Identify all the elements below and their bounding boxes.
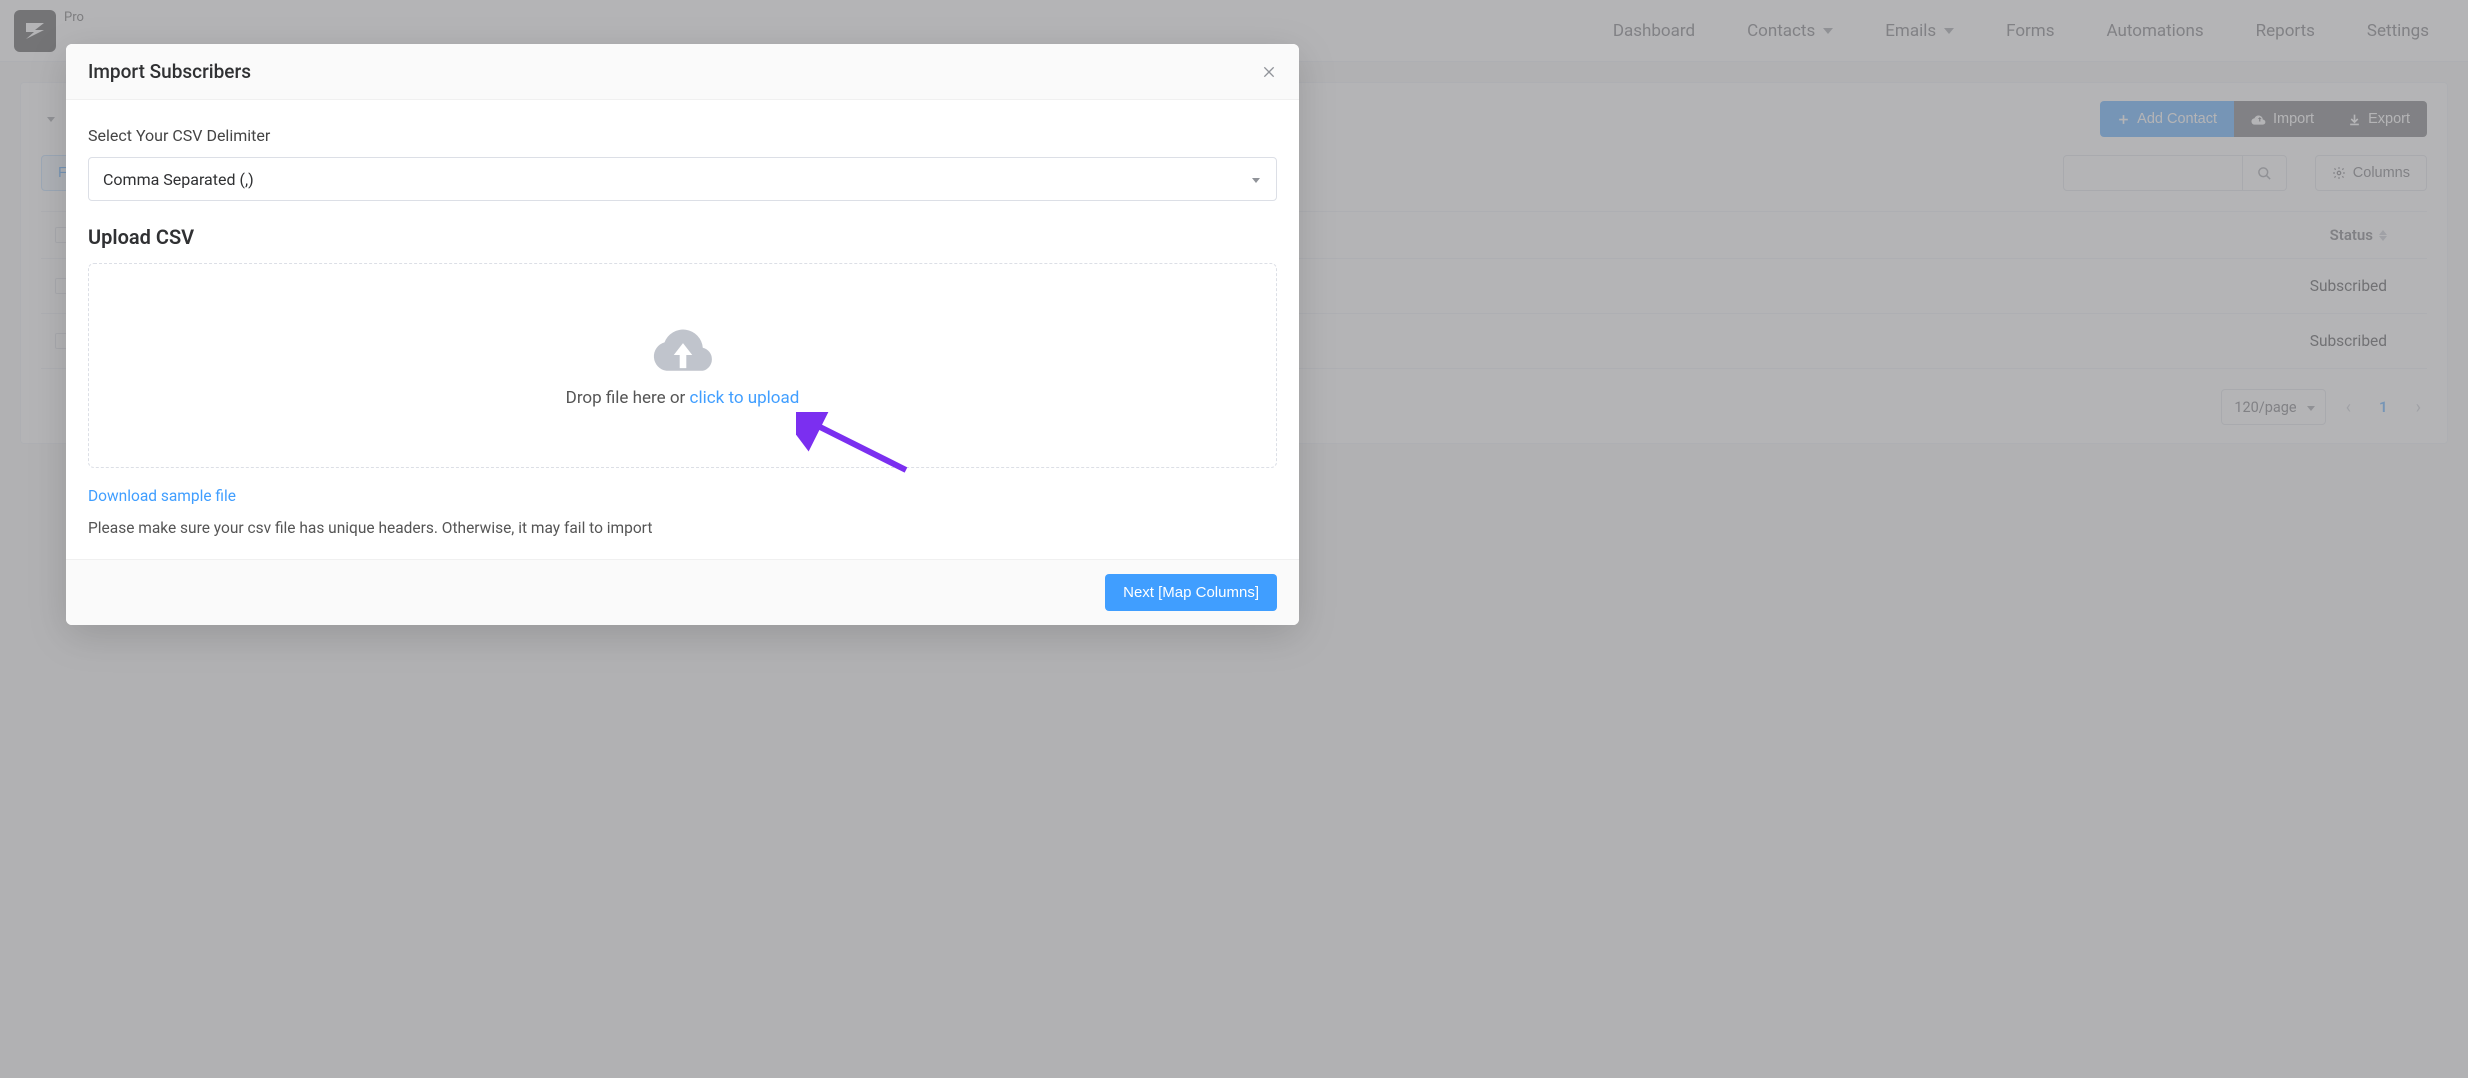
chevron-down-icon: [1944, 28, 1954, 34]
nav-forms-label: Forms: [2006, 21, 2054, 41]
cloud-upload-icon: [650, 324, 716, 378]
delimiter-select[interactable]: Comma Separated (,): [88, 157, 1277, 201]
add-contact-label: Add Contact: [2137, 111, 2217, 127]
nav-automations[interactable]: Automations: [2082, 0, 2229, 61]
nav-contacts-label: Contacts: [1747, 21, 1815, 41]
main-nav: Dashboard Contacts Emails Forms Automati…: [1588, 0, 2454, 61]
nav-settings[interactable]: Settings: [2342, 0, 2454, 61]
row-status: Subscribed: [2310, 332, 2427, 350]
export-label: Export: [2368, 111, 2410, 127]
pager-current[interactable]: 1: [2371, 398, 2396, 416]
page-size-value: 120/page: [2234, 399, 2296, 416]
search-input[interactable]: [2063, 155, 2243, 191]
dropzone-text: Drop file here or click to upload: [566, 388, 800, 408]
click-to-upload-link[interactable]: click to upload: [690, 388, 800, 408]
modal-footer: Next [Map Columns]: [66, 559, 1299, 625]
nav-dashboard[interactable]: Dashboard: [1588, 0, 1720, 61]
chevron-down-icon[interactable]: [47, 117, 55, 122]
next-map-columns-button[interactable]: Next [Map Columns]: [1105, 574, 1277, 611]
nav-emails-label: Emails: [1885, 21, 1936, 41]
import-subscribers-modal: Import Subscribers Select Your CSV Delim…: [66, 44, 1299, 625]
chevron-down-icon: [1252, 178, 1260, 183]
logo-icon: [23, 19, 47, 43]
search-icon: [2257, 166, 2272, 181]
chevron-down-icon: [1823, 28, 1833, 34]
import-label: Import: [2273, 111, 2314, 127]
modal-close-button[interactable]: [1261, 64, 1277, 80]
download-sample-link[interactable]: Download sample file: [88, 487, 236, 505]
columns-label: Columns: [2353, 165, 2410, 181]
action-button-group: Add Contact Import Export: [2100, 101, 2427, 137]
nav-reports[interactable]: Reports: [2231, 0, 2340, 61]
chevron-down-icon: [2307, 406, 2315, 411]
nav-automations-label: Automations: [2107, 21, 2204, 41]
pro-label: Pro: [64, 10, 84, 25]
app-logo: [14, 10, 56, 52]
nav-emails[interactable]: Emails: [1860, 0, 1979, 61]
close-icon: [1261, 64, 1277, 80]
pager-prev[interactable]: ‹: [2340, 397, 2357, 418]
sort-icon: [2379, 230, 2387, 241]
export-button[interactable]: Export: [2331, 101, 2427, 137]
status-header-label: Status: [2330, 226, 2373, 244]
nav-settings-label: Settings: [2367, 21, 2429, 41]
search-wrap: [2063, 155, 2287, 191]
upload-hint: Please make sure your csv file has uniqu…: [88, 519, 1277, 537]
modal-header: Import Subscribers: [66, 44, 1299, 100]
upload-dropzone[interactable]: Drop file here or click to upload: [88, 263, 1277, 468]
cloud-upload-icon: [2251, 113, 2266, 125]
download-icon: [2348, 113, 2361, 126]
delimiter-value: Comma Separated (,): [103, 170, 254, 189]
add-contact-button[interactable]: Add Contact: [2100, 101, 2234, 137]
pager-next[interactable]: ›: [2410, 397, 2427, 418]
dropzone-text-prefix: Drop file here or: [566, 388, 690, 408]
modal-title: Import Subscribers: [88, 60, 251, 83]
page-size-select[interactable]: 120/page: [2221, 389, 2325, 425]
import-button[interactable]: Import: [2234, 101, 2331, 137]
search-button[interactable]: [2243, 155, 2287, 191]
row-status: Subscribed: [2310, 277, 2427, 295]
modal-body: Select Your CSV Delimiter Comma Separate…: [66, 100, 1299, 559]
nav-contacts[interactable]: Contacts: [1722, 0, 1858, 61]
upload-heading: Upload CSV: [88, 225, 1277, 249]
columns-button[interactable]: Columns: [2315, 155, 2427, 191]
plus-icon: [2117, 113, 2130, 126]
status-header[interactable]: Status: [2330, 226, 2427, 244]
nav-reports-label: Reports: [2256, 21, 2315, 41]
gear-icon: [2332, 166, 2346, 180]
delimiter-label: Select Your CSV Delimiter: [88, 126, 1277, 145]
nav-dashboard-label: Dashboard: [1613, 21, 1695, 41]
nav-forms[interactable]: Forms: [1981, 0, 2079, 61]
